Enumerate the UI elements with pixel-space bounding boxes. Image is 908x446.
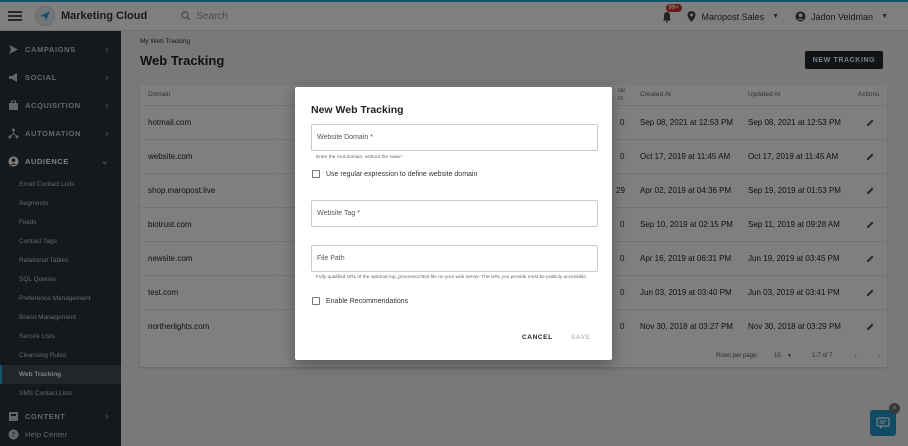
website-tag-field[interactable]: Website Tag * [311, 200, 598, 227]
file-path-field[interactable]: File Path [311, 245, 598, 272]
regex-label: Use regular expression to define website… [326, 170, 478, 178]
cancel-button[interactable]: CANCEL [522, 334, 553, 341]
recommendations-checkbox-row[interactable]: Enable Recommendations [312, 297, 408, 305]
new-web-tracking-dialog: New Web Tracking Website Domain * Enter … [295, 87, 612, 360]
save-button[interactable]: SAVE [571, 334, 591, 341]
regex-checkbox-row[interactable]: Use regular expression to define website… [312, 170, 477, 178]
recommendations-label: Enable Recommendations [326, 297, 409, 305]
recommendations-checkbox[interactable] [312, 297, 320, 305]
regex-checkbox[interactable] [312, 170, 320, 178]
website-domain-field[interactable]: Website Domain * [311, 124, 598, 151]
dialog-title: New Web Tracking [311, 104, 404, 116]
domain-hint: Enter the root domain, without the 'www.… [316, 155, 403, 160]
file-path-hint: Fully qualified URL of the optional mp_p… [316, 275, 588, 280]
